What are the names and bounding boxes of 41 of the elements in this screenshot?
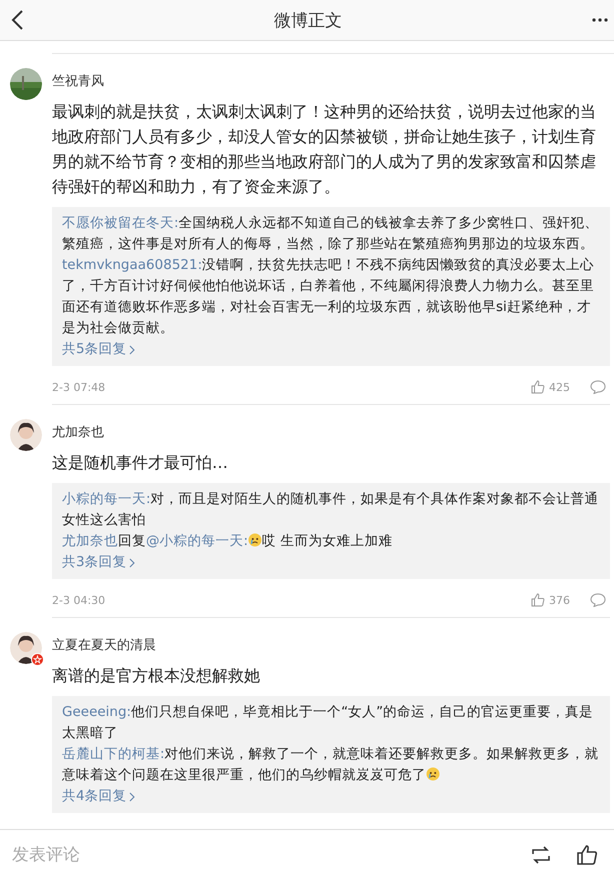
reply-icon[interactable] (590, 380, 606, 394)
emoji-icon (248, 533, 262, 547)
reply-text: 不愿你被留在冬天:全国纳税人永远都不知道自己的钱被拿去养了多少窝牲口、强奸犯、繁殖癌，这件事是对所有人的侮辱，当然，除了那些站在繁殖癌狗男那边的垃圾东西。 (62, 214, 600, 254)
username-link[interactable]: 尤加奈也 (62, 533, 118, 549)
comment-input[interactable]: 发表评论 (10, 844, 506, 866)
comment-text: 离谱的是官方根本没想解救她 (52, 665, 261, 687)
repost-icon[interactable] (530, 846, 552, 864)
reply-text: tekmvkngaa608521:没错啊，扶贫先扶志吧！不残不病纯因懒致贫的真没必要太上心了，千方百计讨好伺候他怕他说坏话，白养着他，不纯屬闲得浪费人力物力么。甚至里面还有道德败坏作恶多端，对社会百害无一利的垃圾东西，就该盼他早si赶紧绝种，才是为社会做贡献。 (62, 256, 596, 338)
username-link[interactable]: tekmvkngaa608521: (62, 257, 202, 273)
comment-time: 2-3 04:30 (52, 594, 106, 606)
more-menu-icon[interactable] (592, 18, 608, 22)
reply-text: 岳麓山下的柯基:对他们来说，解救了一个，就意味着还要解救更多。如果解救更多，就意味着这个问题在这里很严重，他们的乌纱帽就岌岌可危了 (62, 745, 600, 785)
username-link[interactable]: 小粽的每一天: (62, 491, 151, 507)
more-replies-link[interactable]: 共4条回复 (62, 786, 135, 807)
username[interactable]: 立夏在夏天的清晨 (52, 637, 156, 655)
reply-text: 尤加奈也回复@小粽的每一天: 哎 生而为女难上加难 (62, 532, 394, 551)
username-link[interactable]: 岳麓山下的柯基: (62, 746, 165, 762)
page-title: 微博正文 (274, 10, 342, 32)
thumbs-up-icon (531, 380, 545, 394)
username-link[interactable]: Geeeeing: (62, 704, 132, 720)
like-button[interactable]: 376 (531, 593, 570, 607)
comment-time: 2-3 07:48 (52, 380, 106, 394)
chevron-right-icon (128, 344, 135, 354)
more-replies-link[interactable]: 共5条回复 (62, 339, 135, 360)
more-replies-link[interactable]: 共3条回复 (62, 552, 135, 573)
comment-text: 这是随机事件才最可怕… (52, 452, 229, 474)
back-button[interactable] (10, 9, 24, 31)
chevron-right-icon (128, 792, 135, 802)
like-icon[interactable] (576, 844, 598, 866)
username-link[interactable]: 不愿你被留在冬天: (62, 215, 179, 231)
username[interactable]: 尤加奈也 (52, 424, 104, 442)
reply-icon[interactable] (590, 593, 606, 607)
username[interactable]: 竺祝青风 (52, 73, 104, 91)
username-link[interactable]: @小粽的每一天: (146, 533, 248, 549)
reply-text: 小粽的每一天:对，而且是对陌生人的随机事件，如果是有个具体作案对象都不会让普通女性这么害怕 (62, 490, 600, 530)
emoji-icon (426, 767, 440, 781)
thumbs-up-icon (531, 593, 545, 607)
chevron-right-icon (128, 558, 135, 568)
like-button[interactable]: 425 (531, 380, 570, 394)
reply-text: Geeeeing:他们只想自保吧，毕竟相比于一个“女人”的命运，自己的官运更重要，真是太黑暗了 (62, 703, 594, 743)
comment-text: 最讽刺的就是扶贫，太讽刺太讽刺了！这种男的还给扶贫，说明去过他家的当地政府部门人员有多少，却没人管女的囚禁被锁，拼命让她生孩子，计划生育男的就不给节育？变相的那些当地政府部门的人成为了男的发家致富和囚禁虐待强奸的帮凶和助力，有了资金来源了。 (52, 101, 597, 198)
